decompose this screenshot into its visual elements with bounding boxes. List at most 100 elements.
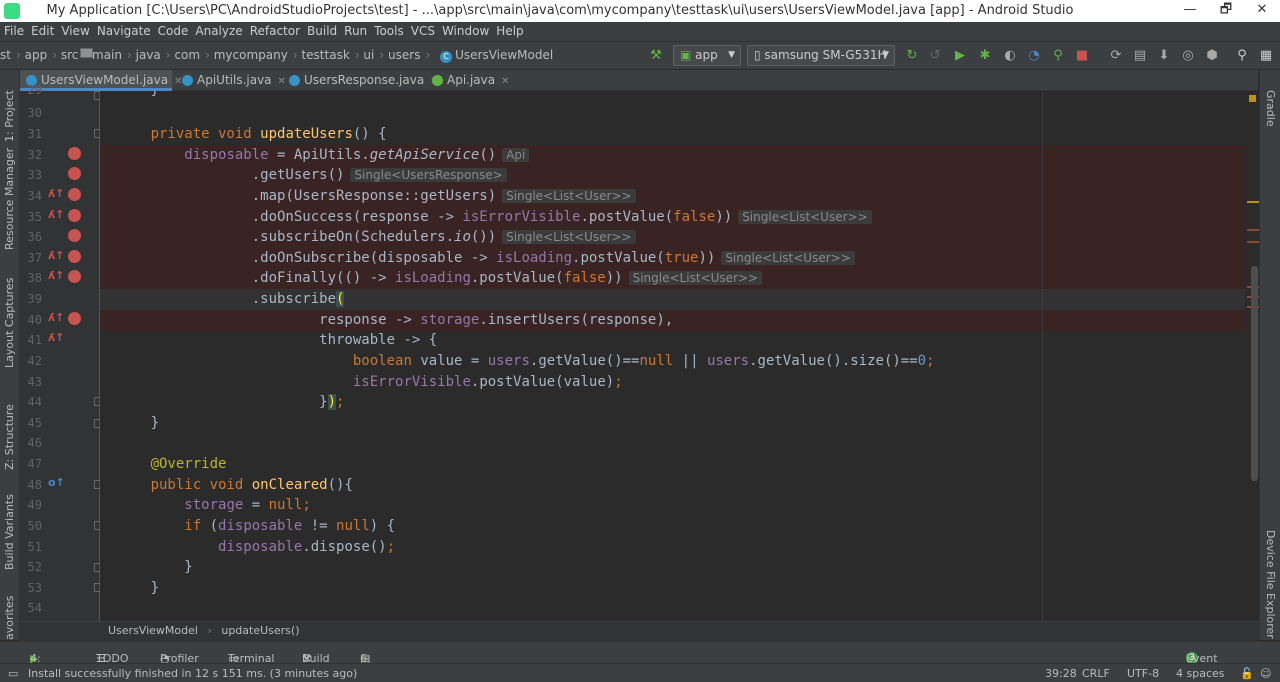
breakpoint-icon[interactable] bbox=[68, 147, 81, 160]
attach-debugger-icon[interactable]: ⚲ bbox=[1048, 46, 1068, 66]
structure-tool-button[interactable]: Z: Structure bbox=[3, 404, 16, 470]
tab-usersviewmodel[interactable]: UsersViewModel.java ✕ bbox=[20, 70, 182, 91]
breakpoint-icon[interactable] bbox=[68, 312, 81, 325]
breadcrumb-item[interactable]: app bbox=[25, 48, 48, 62]
breadcrumb-item[interactable]: st bbox=[0, 48, 11, 62]
menu-analyze[interactable]: Analyze bbox=[191, 22, 245, 38]
debug-icon[interactable]: ✱ bbox=[975, 46, 995, 66]
code-editor[interactable]: } private void updateUsers() { disposabl… bbox=[100, 91, 1245, 621]
breadcrumb-item[interactable]: ui bbox=[363, 48, 374, 62]
breadcrumb-item[interactable]: testtask bbox=[301, 48, 349, 62]
line-number: 41 bbox=[27, 333, 42, 347]
line-number: 40 bbox=[27, 313, 42, 327]
class-icon bbox=[289, 75, 300, 86]
menu-navigate[interactable]: Navigate bbox=[93, 22, 154, 38]
breadcrumb-item[interactable]: mycompany bbox=[214, 48, 288, 62]
breakpoint-icon[interactable] bbox=[68, 188, 81, 201]
type-hint: Single<List<User>> bbox=[738, 210, 872, 224]
breadcrumb-method[interactable]: updateUsers() bbox=[221, 624, 299, 637]
line-number: 42 bbox=[27, 354, 42, 368]
menu-file[interactable]: File bbox=[0, 22, 27, 38]
menu-edit[interactable]: Edit bbox=[27, 22, 57, 38]
caret-position[interactable]: 39:28 bbox=[1045, 667, 1077, 680]
sdk-icon[interactable]: ▦ bbox=[1256, 46, 1276, 66]
indent-setting[interactable]: 4 spaces bbox=[1176, 667, 1225, 680]
layout-inspector-icon[interactable]: ◎ bbox=[1178, 46, 1198, 66]
inspector-icon[interactable]: ☺ bbox=[1260, 667, 1271, 680]
menu-run[interactable]: Run bbox=[340, 22, 370, 38]
status-message[interactable]: Install successfully finished in 12 s 15… bbox=[28, 667, 357, 680]
close-tab-icon[interactable]: ✕ bbox=[501, 76, 509, 87]
breadcrumb-class[interactable]: UsersViewModel bbox=[108, 624, 198, 637]
type-hint: Single<List<User>> bbox=[502, 189, 636, 203]
breakpoint-icon[interactable] bbox=[68, 209, 81, 222]
status-icon[interactable]: ▭ bbox=[8, 667, 18, 680]
apply-changes-icon[interactable]: ↻ bbox=[902, 46, 922, 66]
tab-label: Api.java bbox=[447, 73, 496, 87]
error-stripe-marker[interactable] bbox=[1247, 229, 1259, 231]
breadcrumb-item[interactable]: main bbox=[92, 48, 122, 62]
project-tool-button[interactable]: 1: Project bbox=[3, 90, 16, 142]
breakpoint-icon[interactable] bbox=[68, 270, 81, 283]
sync-gradle-icon[interactable]: ⟳ bbox=[1106, 46, 1126, 66]
file-encoding[interactable]: UTF-8 bbox=[1127, 667, 1159, 680]
error-stripe-marker[interactable] bbox=[1247, 241, 1259, 243]
avd-manager-icon[interactable]: ▤ bbox=[1130, 46, 1150, 66]
sdk-manager-icon[interactable]: ⬇ bbox=[1154, 46, 1174, 66]
gradle-tool-button[interactable]: Gradle bbox=[1264, 90, 1277, 127]
device-file-explorer-tool-button[interactable]: Device File Explorer bbox=[1264, 530, 1277, 639]
menu-help[interactable]: Help bbox=[492, 22, 526, 38]
line-number: 53 bbox=[27, 581, 42, 595]
lambda-breakpoint-icon[interactable]: ʎ↑ bbox=[48, 187, 64, 200]
lambda-breakpoint-icon[interactable]: ʎ↑ bbox=[48, 311, 64, 324]
hammer-icon[interactable]: ⚒ bbox=[646, 46, 666, 66]
breadcrumb-item[interactable]: src bbox=[61, 48, 79, 62]
breakpoint-icon[interactable] bbox=[68, 229, 81, 242]
vertical-scrollbar[interactable] bbox=[1251, 266, 1258, 481]
close-button[interactable]: ✕ bbox=[1244, 0, 1280, 22]
breadcrumb-item[interactable]: com bbox=[174, 48, 200, 62]
menu-view[interactable]: View bbox=[57, 22, 92, 38]
run-config-select[interactable]: ▣ app ▼ bbox=[673, 45, 741, 66]
breakpoint-icon[interactable] bbox=[68, 167, 81, 180]
menu-tools[interactable]: Tools bbox=[370, 22, 407, 38]
override-icon[interactable]: o↑ bbox=[48, 476, 65, 489]
menu-vcs[interactable]: VCS bbox=[407, 22, 438, 38]
breadcrumb-item[interactable]: java bbox=[136, 48, 161, 62]
tab-api[interactable]: Api.java ✕ bbox=[426, 70, 518, 91]
run-icon[interactable]: ▶ bbox=[950, 46, 970, 66]
menu-build[interactable]: Build bbox=[303, 22, 340, 38]
menu-code[interactable]: Code bbox=[154, 22, 192, 38]
device-select[interactable]: ▯ samsung SM-G531H ▼ bbox=[747, 45, 895, 66]
menu-refactor[interactable]: Refactor bbox=[246, 22, 303, 38]
error-stripe[interactable] bbox=[1245, 91, 1259, 621]
tab-apiutils[interactable]: ApiUtils.java ✕ bbox=[176, 70, 286, 91]
breadcrumb-item[interactable]: UsersViewModel bbox=[455, 48, 553, 62]
lambda-breakpoint-icon[interactable]: ʎ↑ bbox=[48, 208, 64, 221]
line-number: 44 bbox=[27, 395, 42, 409]
minimize-button[interactable]: — bbox=[1172, 0, 1208, 22]
profile-icon[interactable]: ◔ bbox=[1024, 46, 1044, 66]
build-variants-tool-button[interactable]: Build Variants bbox=[3, 494, 16, 570]
favorites-tool-button[interactable]: avorites bbox=[3, 596, 16, 640]
device-manager-icon[interactable]: ⬢ bbox=[1202, 46, 1222, 66]
warning-status-icon[interactable] bbox=[1249, 95, 1256, 102]
apply-code-changes-icon[interactable]: ↺ bbox=[925, 46, 945, 66]
lambda-icon[interactable]: ʎ↑ bbox=[48, 331, 64, 344]
breadcrumb-item[interactable]: users bbox=[388, 48, 420, 62]
menu-window[interactable]: Window bbox=[438, 22, 492, 38]
maximize-button[interactable]: 🗗 bbox=[1208, 0, 1244, 22]
lambda-breakpoint-icon[interactable]: ʎ↑ bbox=[48, 249, 64, 262]
lambda-breakpoint-icon[interactable]: ʎ↑ bbox=[48, 269, 64, 282]
warning-stripe-marker[interactable] bbox=[1247, 201, 1259, 203]
search-icon[interactable]: ⚲ bbox=[1232, 46, 1252, 66]
coverage-icon[interactable]: ◐ bbox=[1000, 46, 1020, 66]
lock-icon[interactable]: 🔓 bbox=[1240, 667, 1254, 680]
stop-icon[interactable]: ■ bbox=[1072, 46, 1092, 66]
breakpoint-icon[interactable] bbox=[68, 250, 81, 263]
resource-manager-tool-button[interactable]: Resource Manager bbox=[3, 148, 16, 250]
line-separator[interactable]: CRLF bbox=[1082, 667, 1110, 680]
tab-usersresponse[interactable]: UsersResponse.java✕ bbox=[283, 70, 439, 91]
layout-captures-tool-button[interactable]: Layout Captures bbox=[3, 278, 16, 368]
line-number: 32 bbox=[27, 148, 42, 162]
